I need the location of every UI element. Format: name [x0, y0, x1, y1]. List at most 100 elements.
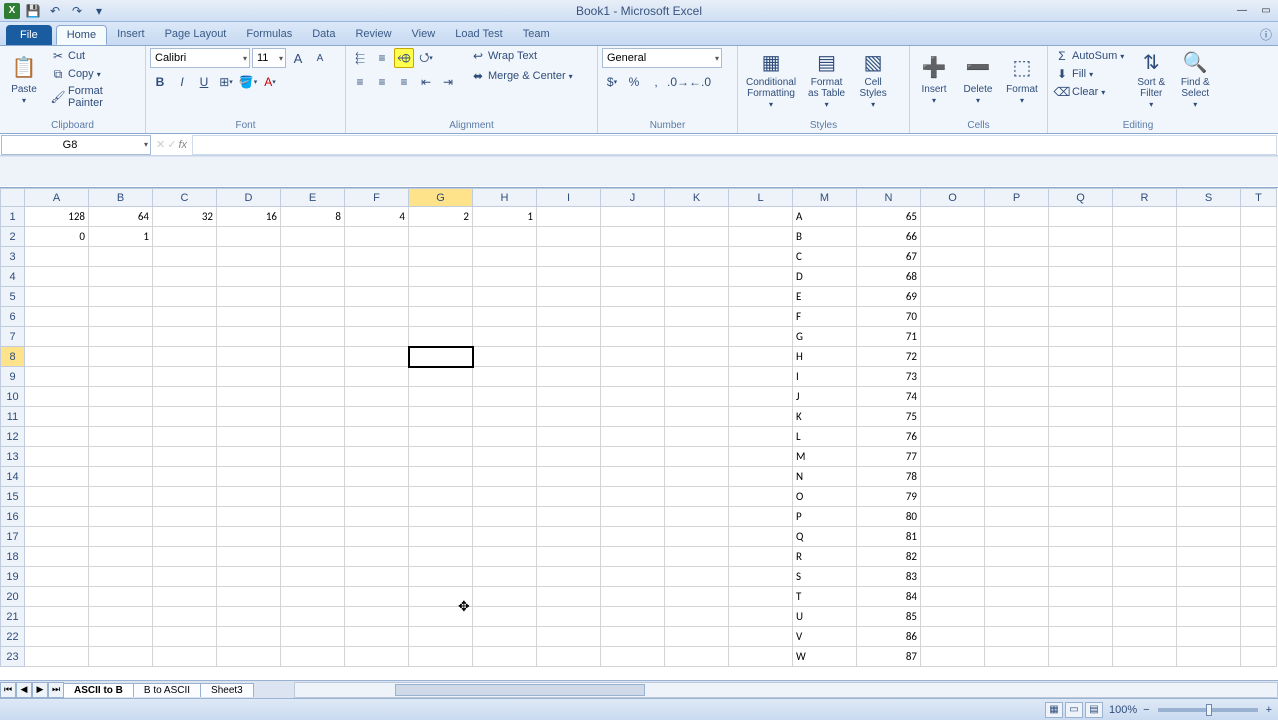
- cell-D7[interactable]: [217, 327, 281, 347]
- cell-L7[interactable]: [729, 327, 793, 347]
- align-top-button[interactable]: ⬱: [350, 48, 370, 68]
- cell-C16[interactable]: [153, 507, 217, 527]
- tab-team[interactable]: Team: [513, 25, 560, 45]
- cell-D14[interactable]: [217, 467, 281, 487]
- cell-H7[interactable]: [473, 327, 537, 347]
- redo-button[interactable]: ↷: [68, 2, 86, 20]
- sheet-tab-1[interactable]: B to ASCII: [133, 683, 201, 697]
- cell-O22[interactable]: [921, 627, 985, 647]
- cell-O19[interactable]: [921, 567, 985, 587]
- col-header-I[interactable]: I: [537, 189, 601, 207]
- cell-F12[interactable]: [345, 427, 409, 447]
- help-icon[interactable]: ⓘ: [1260, 26, 1272, 43]
- cell-N19[interactable]: 83: [857, 567, 921, 587]
- cell-L12[interactable]: [729, 427, 793, 447]
- cell-J18[interactable]: [601, 547, 665, 567]
- cell-K16[interactable]: [665, 507, 729, 527]
- cell-A13[interactable]: [25, 447, 89, 467]
- cell-T6[interactable]: [1241, 307, 1277, 327]
- cell-C7[interactable]: [153, 327, 217, 347]
- cell-J11[interactable]: [601, 407, 665, 427]
- cell-H20[interactable]: [473, 587, 537, 607]
- cell-N21[interactable]: 85: [857, 607, 921, 627]
- cell-E1[interactable]: 8: [281, 207, 345, 227]
- cell-D1[interactable]: 16: [217, 207, 281, 227]
- cell-N22[interactable]: 86: [857, 627, 921, 647]
- layout-view-button[interactable]: ▭: [1065, 702, 1083, 718]
- cell-S4[interactable]: [1177, 267, 1241, 287]
- cell-T19[interactable]: [1241, 567, 1277, 587]
- cell-A17[interactable]: [25, 527, 89, 547]
- cell-Q5[interactable]: [1049, 287, 1113, 307]
- cell-D17[interactable]: [217, 527, 281, 547]
- sort-filter-button[interactable]: ⇅Sort & Filter▾: [1131, 48, 1171, 112]
- cell-J7[interactable]: [601, 327, 665, 347]
- cell-B10[interactable]: [89, 387, 153, 407]
- cell-S7[interactable]: [1177, 327, 1241, 347]
- cell-L19[interactable]: [729, 567, 793, 587]
- col-header-J[interactable]: J: [601, 189, 665, 207]
- cell-E8[interactable]: [281, 347, 345, 367]
- cell-I19[interactable]: [537, 567, 601, 587]
- cell-F6[interactable]: [345, 307, 409, 327]
- cell-L8[interactable]: [729, 347, 793, 367]
- cell-B1[interactable]: 64: [89, 207, 153, 227]
- cell-N15[interactable]: 79: [857, 487, 921, 507]
- cell-G18[interactable]: [409, 547, 473, 567]
- cell-B14[interactable]: [89, 467, 153, 487]
- sheet-tab-0[interactable]: ASCII to B: [63, 683, 134, 697]
- zoom-slider[interactable]: [1158, 708, 1258, 712]
- cell-K6[interactable]: [665, 307, 729, 327]
- cell-S6[interactable]: [1177, 307, 1241, 327]
- cell-H21[interactable]: [473, 607, 537, 627]
- cell-R15[interactable]: [1113, 487, 1177, 507]
- cell-H14[interactable]: [473, 467, 537, 487]
- cell-E18[interactable]: [281, 547, 345, 567]
- cell-G16[interactable]: [409, 507, 473, 527]
- cell-A5[interactable]: [25, 287, 89, 307]
- cell-R2[interactable]: [1113, 227, 1177, 247]
- cell-K20[interactable]: [665, 587, 729, 607]
- cell-P13[interactable]: [985, 447, 1049, 467]
- cell-T3[interactable]: [1241, 247, 1277, 267]
- select-all-corner[interactable]: [1, 189, 25, 207]
- cell-E3[interactable]: [281, 247, 345, 267]
- cell-O4[interactable]: [921, 267, 985, 287]
- font-size-combo[interactable]: 11▾: [252, 48, 286, 68]
- cell-F14[interactable]: [345, 467, 409, 487]
- cell-F4[interactable]: [345, 267, 409, 287]
- cell-H22[interactable]: [473, 627, 537, 647]
- cell-G7[interactable]: [409, 327, 473, 347]
- cell-L3[interactable]: [729, 247, 793, 267]
- cell-E11[interactable]: [281, 407, 345, 427]
- cell-M15[interactable]: O: [793, 487, 857, 507]
- cell-G3[interactable]: [409, 247, 473, 267]
- cell-Q19[interactable]: [1049, 567, 1113, 587]
- cell-B15[interactable]: [89, 487, 153, 507]
- col-header-A[interactable]: A: [25, 189, 89, 207]
- cell-M16[interactable]: P: [793, 507, 857, 527]
- cell-L11[interactable]: [729, 407, 793, 427]
- cell-R11[interactable]: [1113, 407, 1177, 427]
- cell-H2[interactable]: [473, 227, 537, 247]
- cell-J9[interactable]: [601, 367, 665, 387]
- font-name-combo[interactable]: Calibri▾: [150, 48, 250, 68]
- row-header-12[interactable]: 12: [1, 427, 25, 447]
- cell-G8[interactable]: [409, 347, 473, 367]
- cell-I12[interactable]: [537, 427, 601, 447]
- cell-Q22[interactable]: [1049, 627, 1113, 647]
- cell-Q23[interactable]: [1049, 647, 1113, 667]
- cell-K17[interactable]: [665, 527, 729, 547]
- cell-E10[interactable]: [281, 387, 345, 407]
- cell-G20[interactable]: [409, 587, 473, 607]
- cell-K2[interactable]: [665, 227, 729, 247]
- cell-P15[interactable]: [985, 487, 1049, 507]
- wrap-text-button[interactable]: ↩Wrap Text: [468, 48, 576, 64]
- cell-E22[interactable]: [281, 627, 345, 647]
- cell-Q1[interactable]: [1049, 207, 1113, 227]
- restore-button[interactable]: ▭: [1254, 2, 1278, 20]
- comma-button[interactable]: ,: [646, 72, 666, 92]
- grow-font-button[interactable]: A: [288, 48, 308, 68]
- cell-G10[interactable]: [409, 387, 473, 407]
- cell-T1[interactable]: [1241, 207, 1277, 227]
